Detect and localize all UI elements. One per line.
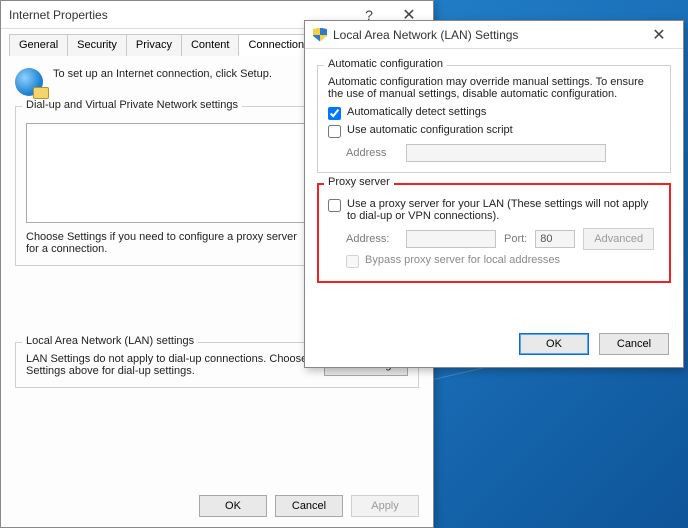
proxy-address-row: Address: Port: Advanced (346, 228, 660, 250)
use-proxy-checkbox[interactable] (328, 199, 341, 212)
cancel-button[interactable]: Cancel (599, 333, 669, 355)
advanced-button: Advanced (583, 228, 654, 250)
use-proxy-label: Use a proxy server for your LAN (These s… (347, 198, 660, 222)
proxy-port-input (535, 230, 575, 248)
apply-button[interactable]: Apply (351, 495, 419, 517)
auto-script-row[interactable]: Use automatic configuration script (328, 124, 660, 138)
auto-detect-row[interactable]: Automatically detect settings (328, 106, 660, 120)
dialup-listbox[interactable] (26, 123, 306, 223)
proxy-port-label: Port: (504, 233, 527, 245)
cancel-button[interactable]: Cancel (275, 495, 343, 517)
auto-config-group: Automatic configuration Automatic config… (317, 65, 671, 173)
lan-body: Automatic configuration Automatic config… (305, 49, 683, 283)
tab-general[interactable]: General (9, 34, 68, 56)
proxy-address-input (406, 230, 496, 248)
ok-button[interactable]: OK (519, 333, 589, 355)
lan-hint: LAN Settings do not apply to dial-up con… (26, 353, 312, 377)
tab-privacy[interactable]: Privacy (126, 34, 182, 56)
tab-security[interactable]: Security (67, 34, 127, 56)
lan-button-row: OK Cancel (519, 333, 669, 355)
ip-intro-text: To set up an Internet connection, click … (53, 68, 272, 80)
auto-detect-label: Automatically detect settings (347, 106, 486, 118)
proxy-group: Proxy server Use a proxy server for your… (317, 183, 671, 283)
lan-settings-dialog: Local Area Network (LAN) Settings ✕ Auto… (304, 20, 684, 368)
dialup-hint: Choose Settings if you need to configure… (26, 231, 306, 255)
auto-config-desc: Automatic configuration may override man… (328, 76, 660, 100)
lan-titlebar[interactable]: Local Area Network (LAN) Settings ✕ (305, 21, 683, 49)
lan-title: Local Area Network (LAN) Settings (333, 28, 639, 42)
ok-button[interactable]: OK (199, 495, 267, 517)
ip-title: Internet Properties (9, 8, 349, 22)
bypass-local-checkbox (346, 255, 359, 268)
bypass-local-label: Bypass proxy server for local addresses (365, 254, 560, 266)
auto-script-label: Use automatic configuration script (347, 124, 513, 136)
use-proxy-row[interactable]: Use a proxy server for your LAN (These s… (328, 198, 660, 222)
close-button[interactable]: ✕ (639, 24, 679, 46)
shield-icon (313, 28, 327, 42)
lan-legend: Local Area Network (LAN) settings (22, 335, 198, 347)
dialup-legend: Dial-up and Virtual Private Network sett… (22, 99, 242, 111)
auto-address-row: Address (346, 144, 660, 162)
auto-script-checkbox[interactable] (328, 125, 341, 138)
proxy-address-label: Address: (346, 233, 398, 245)
auto-config-legend: Automatic configuration (324, 58, 447, 70)
globe-icon (15, 68, 43, 96)
proxy-legend: Proxy server (324, 176, 394, 188)
ip-button-row: OK Cancel Apply (199, 495, 419, 517)
auto-address-input (406, 144, 606, 162)
auto-detect-checkbox[interactable] (328, 107, 341, 120)
tab-content[interactable]: Content (181, 34, 240, 56)
bypass-local-row: Bypass proxy server for local addresses (346, 254, 660, 268)
auto-address-label: Address (346, 147, 398, 159)
